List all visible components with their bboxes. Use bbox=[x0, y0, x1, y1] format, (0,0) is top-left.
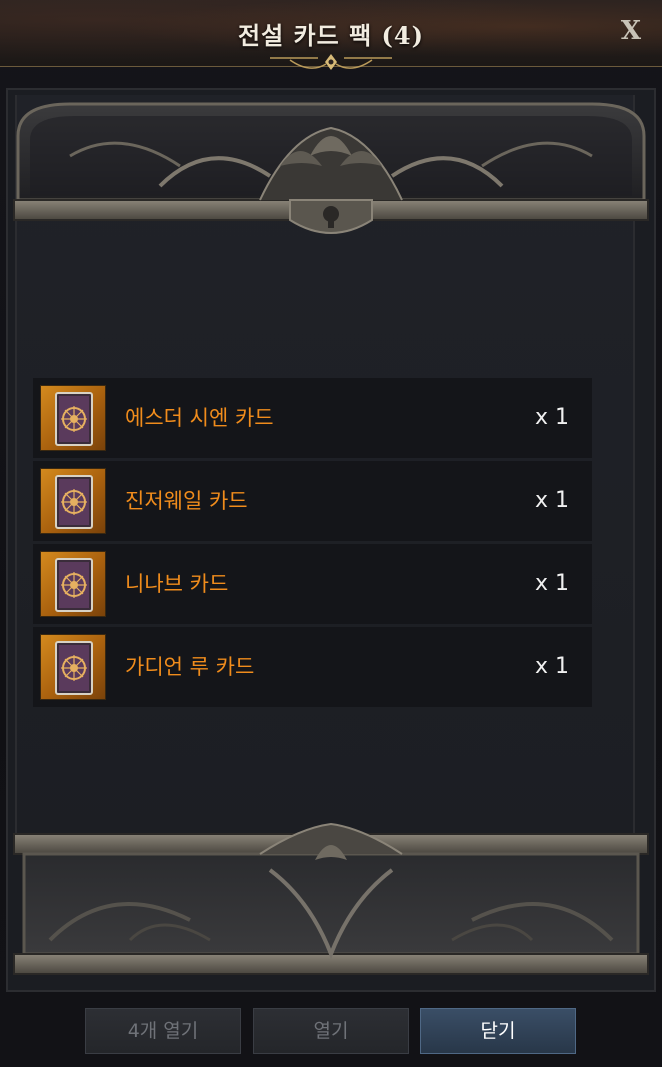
card-icon bbox=[55, 641, 93, 695]
open-button[interactable]: 열기 bbox=[253, 1008, 409, 1054]
card-icon bbox=[55, 392, 93, 446]
card-icon bbox=[55, 475, 93, 529]
open-all-button[interactable]: 4개 열기 bbox=[85, 1008, 241, 1054]
card-icon bbox=[55, 558, 93, 612]
window-title: 전설 카드 팩 (4) bbox=[238, 21, 424, 50]
close-window-button[interactable]: X bbox=[616, 16, 646, 46]
card-pack-window: 전설 카드 팩 (4) X 에스더 시엔 카드 x 1 진저웨일 카드 x 1 … bbox=[0, 0, 662, 1067]
card-item-list: 에스더 시엔 카드 x 1 진저웨일 카드 x 1 니나브 카드 x 1 가디언… bbox=[33, 378, 592, 710]
card-quantity: x 1 bbox=[534, 488, 569, 513]
card-quantity: x 1 bbox=[534, 654, 569, 679]
card-name: 니나브 카드 bbox=[125, 572, 229, 596]
card-thumbnail bbox=[40, 468, 106, 534]
card-quantity: x 1 bbox=[534, 571, 569, 596]
card-name: 에스더 시엔 카드 bbox=[125, 406, 274, 430]
card-quantity: x 1 bbox=[534, 405, 569, 430]
close-button[interactable]: 닫기 bbox=[420, 1008, 576, 1054]
card-name: 진저웨일 카드 bbox=[125, 489, 248, 513]
list-item[interactable]: 에스더 시엔 카드 x 1 bbox=[33, 378, 592, 458]
top-ornament-icon bbox=[13, 102, 649, 234]
card-thumbnail bbox=[40, 551, 106, 617]
list-item[interactable]: 가디언 루 카드 x 1 bbox=[33, 627, 592, 707]
bottom-ornament-icon bbox=[13, 822, 649, 975]
list-item[interactable]: 진저웨일 카드 x 1 bbox=[33, 461, 592, 541]
card-name: 가디언 루 카드 bbox=[125, 655, 255, 679]
title-bar: 전설 카드 팩 (4) X bbox=[0, 0, 662, 70]
title-ornament-icon bbox=[270, 54, 392, 70]
list-item[interactable]: 니나브 카드 x 1 bbox=[33, 544, 592, 624]
card-thumbnail bbox=[40, 634, 106, 700]
card-thumbnail bbox=[40, 385, 106, 451]
